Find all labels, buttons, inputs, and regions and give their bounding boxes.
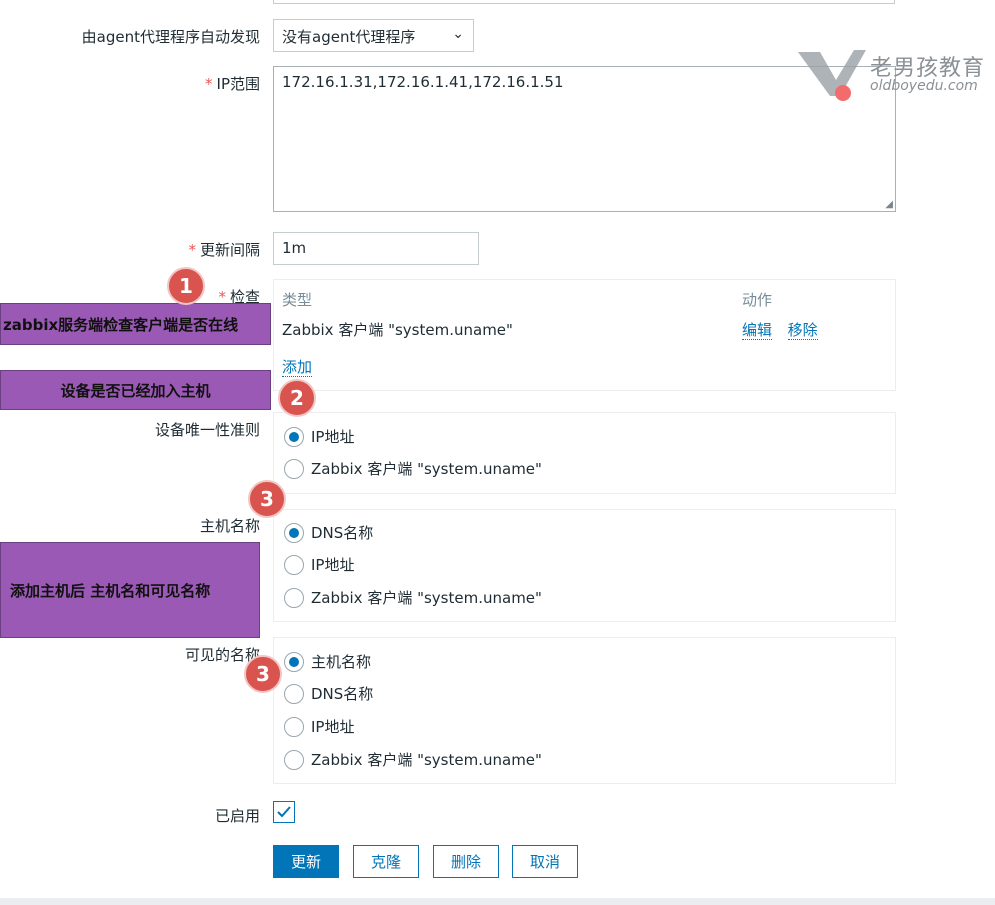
hostname-option-label: IP地址 (311, 556, 355, 574)
visible-option-dns[interactable]: DNS名称 (284, 683, 373, 704)
add-check-link[interactable]: 添加 (282, 358, 313, 377)
ip-range-value: 172.16.1.31,172.16.1.41,172.16.1.51 (282, 73, 564, 91)
update-interval-label-text: 更新间隔 (199, 241, 260, 259)
col-action-header: 动作 (742, 291, 773, 309)
annotation-badge-2: 2 (278, 379, 316, 417)
resize-grip-icon[interactable]: ◢ (885, 199, 893, 210)
enabled-label: 已启用 (214, 807, 260, 825)
required-icon: * (188, 241, 196, 259)
radio-selected-icon[interactable] (284, 426, 304, 447)
uniqueness-radio-group: IP地址 Zabbix 客户端 "system.uname" (273, 412, 896, 494)
radio-icon[interactable] (284, 716, 304, 737)
enabled-checkbox[interactable] (273, 801, 295, 823)
update-interval-value: 1m (282, 239, 307, 257)
uniqueness-option-label: IP地址 (311, 428, 355, 446)
visible-name-radio-group: 主机名称 DNS名称 IP地址 Zabbix 客户端 "system.uname… (273, 637, 896, 784)
radio-icon[interactable] (284, 587, 304, 608)
hostname-radio-group: DNS名称 IP地址 Zabbix 客户端 "system.uname" (273, 509, 896, 622)
cancel-button[interactable]: 取消 (512, 845, 578, 878)
visible-option-label: DNS名称 (311, 685, 374, 703)
col-type-header: 类型 (282, 291, 313, 309)
visible-option-label: Zabbix 客户端 "system.uname" (311, 751, 542, 769)
annotation-callout-3: 添加主机后 主机名和可见名称 (0, 542, 260, 638)
update-interval-input[interactable]: 1m (273, 232, 479, 265)
hostname-option-dns[interactable]: DNS名称 (284, 522, 373, 543)
clone-button[interactable]: 克隆 (353, 845, 419, 878)
required-icon: * (205, 75, 213, 93)
check-type-cell: Zabbix 客户端 "system.uname" (282, 321, 513, 339)
checkmark-icon (277, 806, 291, 818)
annotation-callout-1: zabbix服务端检查客户端是否在线 (0, 303, 271, 345)
hostname-option-label: DNS名称 (311, 524, 374, 542)
visible-option-label: 主机名称 (311, 653, 372, 671)
discovery-proxy-select[interactable]: 没有agent代理程序 ⌄ (273, 19, 474, 52)
hostname-option-agent[interactable]: Zabbix 客户端 "system.uname" (284, 587, 542, 608)
visible-option-hostname[interactable]: 主机名称 (284, 651, 371, 672)
discovery-proxy-label: 由agent代理程序自动发现 (81, 28, 260, 46)
uniqueness-label: 设备唯一性准则 (154, 421, 260, 439)
checks-table: 类型 动作 Zabbix 客户端 "system.uname" 编辑 移除 添加 (273, 279, 896, 391)
annotation-callout-2: 设备是否已经加入主机 (0, 370, 271, 410)
footer-bar (0, 898, 995, 905)
radio-icon[interactable] (284, 749, 304, 770)
ip-range-label-text: IP范围 (216, 75, 260, 93)
update-interval-label: * 更新间隔 (188, 239, 260, 260)
watermark-url: oldboyedu.com (870, 78, 978, 94)
visible-option-ip[interactable]: IP地址 (284, 716, 354, 737)
hostname-option-label: Zabbix 客户端 "system.uname" (311, 589, 542, 607)
remove-check-link[interactable]: 移除 (787, 321, 818, 340)
visible-option-agent[interactable]: Zabbix 客户端 "system.uname" (284, 749, 542, 770)
visible-option-label: IP地址 (311, 718, 355, 736)
radio-selected-icon[interactable] (284, 522, 304, 543)
check-actions: 编辑 移除 (742, 319, 818, 340)
annotation-badge-3b: 3 (244, 655, 282, 693)
radio-selected-icon[interactable] (284, 651, 304, 672)
chevron-down-icon: ⌄ (452, 26, 464, 42)
uniqueness-option-label: Zabbix 客户端 "system.uname" (311, 460, 542, 478)
uniqueness-option-ip[interactable]: IP地址 (284, 426, 354, 447)
discovery-proxy-value: 没有agent代理程序 (282, 28, 416, 46)
edit-check-link[interactable]: 编辑 (742, 321, 773, 340)
radio-icon[interactable] (284, 458, 304, 479)
radio-icon[interactable] (284, 554, 304, 575)
hostname-option-ip[interactable]: IP地址 (284, 554, 354, 575)
delete-button[interactable]: 删除 (433, 845, 499, 878)
annotation-badge-1: 1 (167, 267, 205, 305)
uniqueness-option-agent[interactable]: Zabbix 客户端 "system.uname" (284, 458, 542, 479)
hostname-label: 主机名称 (199, 517, 260, 535)
watermark-logo-icon (798, 50, 866, 101)
previous-field (273, 0, 895, 4)
annotation-badge-3a: 3 (248, 480, 286, 518)
radio-icon[interactable] (284, 683, 304, 704)
ip-range-label: * IP范围 (205, 73, 260, 94)
update-button[interactable]: 更新 (273, 845, 339, 878)
